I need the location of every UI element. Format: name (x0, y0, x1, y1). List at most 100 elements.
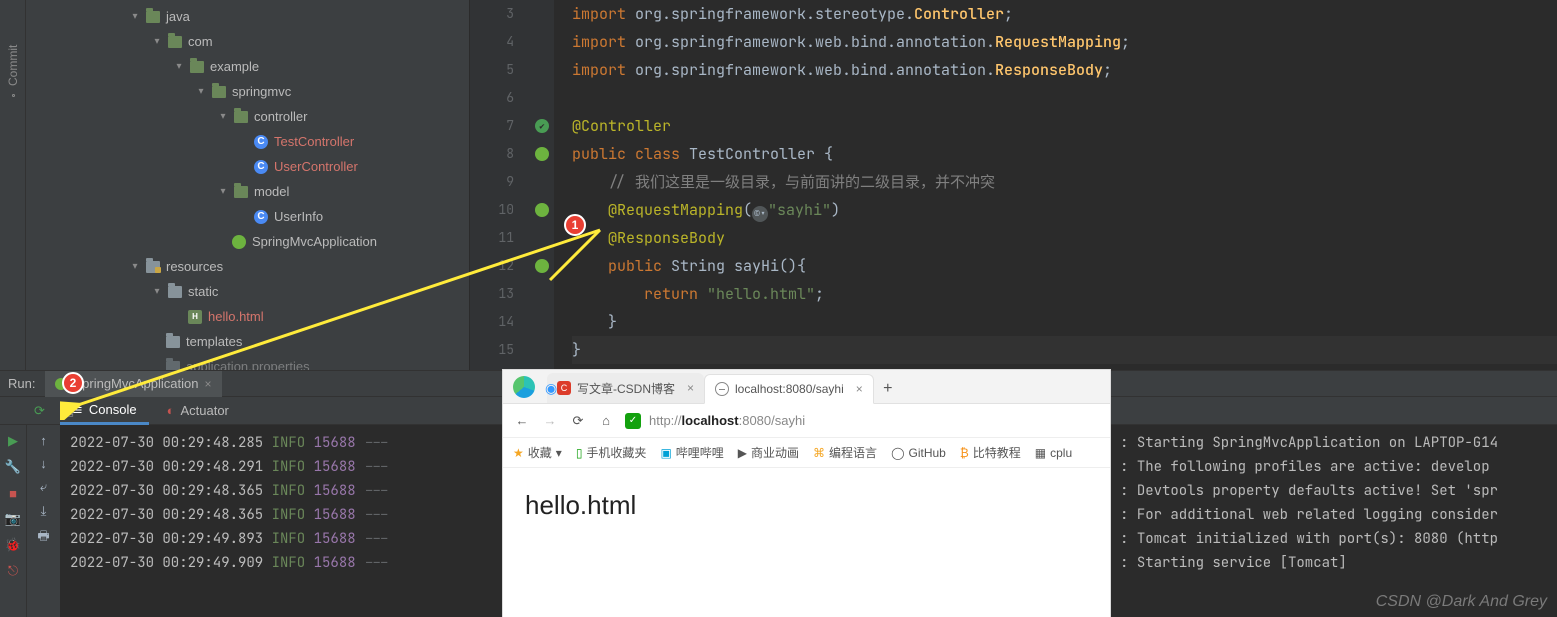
bookmark-label: 比特教程 (973, 444, 1021, 461)
down-icon[interactable]: ↓ (40, 456, 47, 471)
line-number: 14 (470, 308, 514, 336)
tree-node-java[interactable]: ▾ java (26, 4, 469, 29)
tree-node-controller[interactable]: ▾ controller (26, 104, 469, 129)
chevron-down-icon: ▾ (152, 286, 162, 297)
line-number: 6 (470, 84, 514, 112)
stop-icon[interactable]: ■ (5, 485, 21, 501)
settings-icon[interactable]: 🔧 (5, 459, 21, 475)
code-token: import (572, 4, 635, 24)
camera-icon[interactable]: 📷 (5, 511, 21, 527)
tree-label: UserInfo (274, 209, 323, 224)
url-field[interactable]: ✓ http://localhost:8080/sayhi (625, 413, 1100, 429)
chevron-down-icon: ▾ (218, 186, 228, 197)
bookmark-label: 手机收藏夹 (586, 444, 646, 461)
url-path: :8080/sayhi (739, 413, 806, 428)
run-config-name: SpringMvcApplication (73, 376, 198, 391)
project-tree: ▾ java ▾ com ▾ example ▾ springmvc ▾ con… (26, 0, 470, 370)
bookmark-item[interactable]: ₿比特教程 (960, 444, 1021, 461)
rerun-icon[interactable]: ⟳ (34, 403, 45, 419)
bookmark-item[interactable]: ▣哔哩哔哩 (660, 444, 723, 461)
tree-node-model[interactable]: ▾ model (26, 179, 469, 204)
tree-label: java (166, 9, 190, 24)
class-icon: C (254, 210, 268, 224)
spring-gutter-icon[interactable] (535, 203, 549, 217)
line-number: 11 (470, 224, 514, 252)
commit-label[interactable]: Commit (6, 45, 20, 86)
tab-actuator[interactable]: ◐ Actuator (155, 397, 241, 425)
close-icon[interactable]: × (856, 382, 863, 396)
layout-icon[interactable]: ▤ (62, 403, 74, 419)
refresh-icon[interactable]: ⟳ (569, 413, 587, 429)
tree-node-springmvc[interactable]: ▾ springmvc (26, 79, 469, 104)
code-token: ; (1121, 32, 1130, 52)
sync-icon[interactable]: ◉ (545, 380, 557, 397)
bookmark-label: 商业动画 (751, 444, 799, 461)
chevron-down-icon: ▾ (174, 61, 184, 72)
annotation-badge-2: 2 (62, 372, 84, 394)
code-editor[interactable]: 3 4 5 6 7 8 9 10 11 12 13 14 15 ✔ import… (470, 0, 1557, 370)
spring-gutter-icon[interactable] (535, 259, 549, 273)
browser-tab[interactable]: C 写文章-CSDN博客 × (547, 373, 704, 403)
tree-label: application.properties (186, 359, 310, 370)
bookmark-item[interactable]: ▦cplu (1035, 446, 1072, 460)
code-token: @RequestMapping (608, 200, 743, 220)
home-icon[interactable]: ⌂ (597, 413, 615, 428)
code-token: "sayhi" (768, 200, 831, 220)
bookmark-item[interactable]: ▶商业动画 (738, 444, 799, 461)
line-number: 15 (470, 336, 514, 364)
run-icon[interactable]: ▶ (5, 433, 21, 449)
code-token: TestController (689, 144, 824, 164)
resources-folder-icon (146, 261, 160, 273)
package-folder-icon (190, 61, 204, 73)
code-token: } (608, 312, 617, 332)
browser-tabstrip: C 写文章-CSDN博客 × localhost:8080/sayhi × + (503, 370, 1110, 404)
tree-node-resources[interactable]: ▾ resources (26, 254, 469, 279)
bookmark-item[interactable]: ▯手机收藏夹 (576, 444, 647, 461)
run-title: Run: (8, 376, 35, 391)
debug-icon[interactable]: 🐞 (5, 537, 21, 553)
tree-label: SpringMvcApplication (252, 234, 377, 249)
tree-node-hello-html[interactable]: H hello.html (26, 304, 469, 329)
browser-tab-active[interactable]: localhost:8080/sayhi × (704, 374, 874, 404)
line-number: 8 (470, 140, 514, 168)
bookmark-label: cplu (1050, 446, 1072, 460)
back-icon[interactable]: ← (513, 413, 531, 428)
line-number: 5 (470, 56, 514, 84)
close-icon[interactable]: × (204, 377, 211, 391)
tree-node-templates[interactable]: templates (26, 329, 469, 354)
code-token: RequestMapping (995, 32, 1121, 52)
bookmark-item[interactable]: ★收藏 ▾ (513, 444, 562, 461)
exit-icon[interactable]: ⎋ (5, 563, 21, 579)
tree-node-static[interactable]: ▾ static (26, 279, 469, 304)
forward-icon[interactable]: → (541, 413, 559, 428)
tree-label: example (210, 59, 259, 74)
new-tab-button[interactable]: + (874, 375, 902, 403)
tree-node-usercontroller[interactable]: C UserController (26, 154, 469, 179)
code-token: public class (572, 144, 689, 164)
close-icon[interactable]: × (687, 381, 694, 395)
tree-node-com[interactable]: ▾ com (26, 29, 469, 54)
tree-node-springapp[interactable]: SpringMvcApplication (26, 229, 469, 254)
tree-node-userinfo[interactable]: C UserInfo (26, 204, 469, 229)
code-token: return (644, 284, 707, 304)
tree-node-testcontroller[interactable]: C TestController (26, 129, 469, 154)
code-token: ) (831, 200, 840, 220)
bookmark-item[interactable]: ◯GitHub (891, 446, 946, 460)
bookmark-label: 哔哩哔哩 (676, 444, 724, 461)
tree-node-app-properties[interactable]: application.properties (26, 354, 469, 370)
code-token: org.springframework.web.bind.annotation. (635, 60, 995, 80)
code-area[interactable]: import org.springframework.stereotype.Co… (554, 0, 1557, 370)
tree-node-example[interactable]: ▾ example (26, 54, 469, 79)
wrap-icon[interactable]: ⤶ (40, 479, 47, 495)
print-icon[interactable]: 🖶 (37, 527, 49, 549)
spring-gutter-icon[interactable] (535, 147, 549, 161)
edge-browser-icon (513, 376, 535, 398)
scroll-icon[interactable]: ⤓ (41, 503, 47, 519)
bookmark-item[interactable]: ⌘编程语言 (813, 444, 877, 461)
code-token: import (572, 60, 635, 80)
commit-dot-icon (12, 94, 15, 97)
run-gutter-icon[interactable]: ✔ (535, 119, 549, 133)
tree-label: UserController (274, 159, 358, 174)
code-token: "hello.html" (707, 284, 815, 304)
up-icon[interactable]: ↑ (40, 433, 47, 448)
